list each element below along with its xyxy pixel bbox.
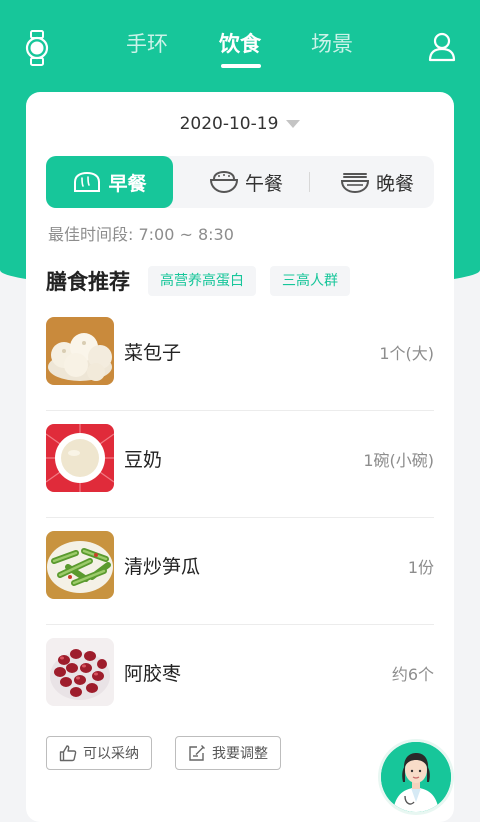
active-tab-indicator	[221, 64, 261, 68]
noodle-bowl-icon	[340, 173, 369, 194]
date-text: 2020-10-19	[179, 114, 279, 134]
recommend-title: 膳食推荐	[46, 270, 130, 294]
thumbs-up-icon	[59, 745, 77, 762]
food-quantity: 1个(大)	[379, 344, 434, 363]
meal-tab-lunch[interactable]: 午餐	[186, 156, 306, 208]
adjust-button[interactable]: 我要调整	[175, 736, 281, 770]
food-quantity: 1份	[407, 558, 434, 577]
food-list: 菜包子 1个(大) 豆奶 1碗(小碗) 清炒笋瓜 1份 阿胶枣 约6个	[26, 304, 454, 732]
accept-button[interactable]: 可以采纳	[46, 736, 152, 770]
food-item[interactable]: 清炒笋瓜 1份	[26, 518, 454, 625]
dates-image	[46, 638, 114, 706]
food-item[interactable]: 阿胶枣 约6个	[26, 625, 454, 732]
zucchini-image	[46, 531, 114, 599]
food-item[interactable]: 菜包子 1个(大)	[26, 304, 454, 411]
rice-bowl-icon	[209, 170, 238, 194]
meal-tab-label: 晚餐	[375, 172, 414, 195]
tab-band[interactable]: 手环	[126, 28, 168, 58]
soy-milk-image	[46, 424, 114, 492]
best-time-text: 最佳时间段: 7:00 ~ 8:30	[48, 225, 234, 244]
food-name: 豆奶	[124, 449, 163, 471]
steamed-bun-image	[46, 317, 114, 385]
food-item[interactable]: 豆奶 1碗(小碗)	[26, 411, 454, 518]
meal-tab-breakfast[interactable]: 早餐	[46, 156, 173, 208]
diet-card: 2020-10-19 早餐 午餐 晚餐 最佳时间段: 7:00 ~ 8:30 膳…	[26, 92, 454, 822]
tab-scene[interactable]: 场景	[311, 28, 353, 58]
date-picker[interactable]: 2020-10-19	[26, 114, 454, 134]
top-header: 手环 饮食 场景	[0, 0, 480, 90]
tag-high-protein: 高营养高蛋白	[148, 266, 256, 296]
food-name: 清炒笋瓜	[124, 556, 201, 578]
food-quantity: 1碗(小碗)	[363, 451, 434, 470]
doctor-assistant-avatar[interactable]	[381, 742, 451, 812]
meal-tab-label: 午餐	[244, 172, 283, 195]
food-name: 阿胶枣	[124, 663, 182, 685]
doctor-icon	[381, 742, 451, 812]
meal-tab-label: 早餐	[108, 172, 147, 195]
adjust-label: 我要调整	[212, 746, 268, 762]
tab-diet[interactable]: 饮食	[219, 28, 261, 58]
edit-icon	[189, 745, 205, 761]
tag-three-highs: 三高人群	[270, 266, 350, 296]
food-quantity: 约6个	[391, 665, 434, 684]
caret-down-icon	[286, 120, 301, 128]
user-icon[interactable]	[428, 32, 456, 62]
bread-icon	[74, 171, 101, 192]
meal-tab-dinner[interactable]: 晚餐	[320, 156, 434, 208]
meal-tabs: 早餐 午餐 晚餐	[46, 156, 434, 208]
watch-icon[interactable]	[24, 30, 50, 66]
accept-label: 可以采纳	[83, 746, 139, 762]
food-name: 菜包子	[124, 342, 182, 364]
divider	[309, 172, 310, 192]
